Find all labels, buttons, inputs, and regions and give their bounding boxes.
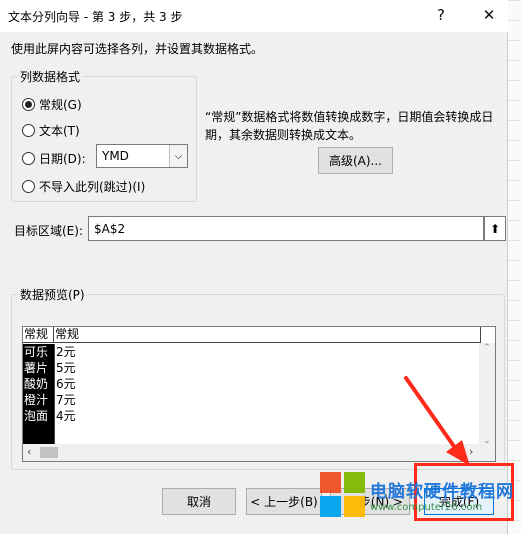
watermark: 电脑软硬件教程网 www.computer26.com xyxy=(320,472,514,518)
watermark-url: www.computer26.com xyxy=(370,502,483,513)
watermark-title: 电脑软硬件教程网 xyxy=(370,482,514,502)
annotation-arrow xyxy=(404,376,470,466)
windows-logo-icon xyxy=(320,472,366,518)
